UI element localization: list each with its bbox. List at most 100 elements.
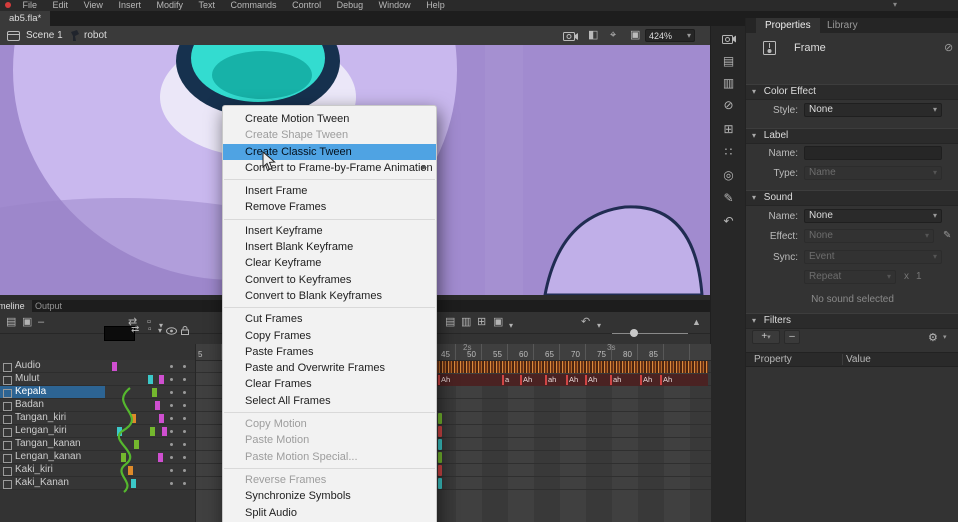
menu-item-insert-keyframe[interactable]: Insert Keyframe — [223, 223, 436, 239]
target-panel-icon[interactable]: ◎ — [711, 168, 746, 182]
zoom-fit-icon[interactable]: ▲ — [692, 315, 701, 330]
layer-row-tangan-kiri[interactable]: Tangan_kiri — [0, 412, 195, 425]
camera-panel-icon[interactable] — [722, 34, 736, 44]
menu-text[interactable]: Text — [199, 0, 216, 11]
menu-item-create-classic-tween[interactable]: Create Classic Tween — [223, 144, 436, 160]
keyframe-marker[interactable] — [438, 465, 442, 476]
menu-item-insert-frame[interactable]: Insert Frame — [223, 183, 436, 199]
menu-item-convert-to-blank-keyframes[interactable]: Convert to Blank Keyframes — [223, 288, 436, 304]
tab-output[interactable]: Output — [28, 300, 69, 312]
menu-item-paste-overwrite-frames[interactable]: Paste and Overwrite Frames — [223, 360, 436, 376]
clip-content-icon[interactable]: ▣ — [630, 29, 640, 42]
lock-dot[interactable] — [183, 430, 186, 433]
layer-row-badan[interactable]: Badan — [0, 399, 195, 412]
section-label[interactable]: ▾ Label — [746, 128, 958, 144]
camera-icon[interactable] — [563, 31, 578, 41]
label-name-input[interactable] — [804, 146, 942, 160]
lock-column-icon[interactable] — [181, 326, 189, 335]
edit-sound-envelope-icon[interactable]: ✎ — [943, 230, 951, 241]
menu-item-convert-frame-by-frame[interactable]: Convert to Frame-by-Frame Animation ▸ — [223, 160, 436, 176]
account-menu-icon[interactable]: ▾ — [893, 0, 897, 9]
menu-control[interactable]: Control — [292, 0, 321, 11]
layer-row-kepala[interactable]: Kepala — [0, 386, 195, 399]
add-layer-icon[interactable]: ▤ — [6, 315, 16, 330]
menu-item-create-motion-tween[interactable]: Create Motion Tween — [223, 111, 436, 127]
menu-item-clear-keyframe[interactable]: Clear Keyframe — [223, 255, 436, 271]
tab-properties[interactable]: Properties — [756, 18, 820, 33]
frame-options-icon[interactable]: ▾ — [509, 318, 513, 333]
visibility-dot[interactable] — [170, 365, 173, 368]
chart-panel-icon[interactable]: ▥ — [711, 76, 746, 90]
lock-dot[interactable] — [183, 456, 186, 459]
menu-item-synchronize-symbols[interactable]: Synchronize Symbols — [223, 488, 436, 504]
visibility-dot[interactable] — [170, 391, 173, 394]
layer-row-audio[interactable]: Audio — [0, 360, 195, 373]
visibility-dot[interactable] — [170, 443, 173, 446]
tab-library[interactable]: Library — [818, 18, 867, 33]
onion-outline-icon[interactable]: ▥ — [461, 315, 471, 330]
section-filters[interactable]: ▾ Filters — [746, 313, 958, 329]
swatches-panel-icon[interactable]: ∷ — [711, 145, 746, 159]
center-stage-icon[interactable]: ⌖ — [610, 29, 616, 42]
document-tab[interactable]: ab5.fla* — [0, 11, 50, 26]
filter-options-gear-icon[interactable]: ⚙ — [928, 331, 938, 344]
menu-view[interactable]: View — [84, 0, 103, 11]
menu-edit[interactable]: Edit — [53, 0, 69, 11]
chevron-down-icon[interactable]: ▾ — [943, 333, 947, 341]
keyframe-marker[interactable] — [438, 452, 442, 463]
lock-dot[interactable] — [183, 417, 186, 420]
menu-item-convert-to-keyframes[interactable]: Convert to Keyframes — [223, 272, 436, 288]
section-color-effect[interactable]: ▾ Color Effect — [746, 84, 958, 100]
add-folder-icon[interactable]: ▣ — [22, 315, 32, 330]
info-panel-icon[interactable]: ⊘ — [711, 98, 746, 112]
outline-column-icon[interactable]: ▫ — [148, 324, 152, 335]
zoom-level-select[interactable]: 424% ▾ — [645, 29, 695, 42]
grid-panel-icon[interactable]: ⊞ — [711, 122, 746, 136]
lock-dot[interactable] — [183, 404, 186, 407]
lock-dot[interactable] — [183, 469, 186, 472]
edit-panel-icon[interactable]: ✎ — [711, 191, 746, 205]
section-sound[interactable]: ▾ Sound — [746, 190, 958, 206]
reset-zoom-icon[interactable]: ↶ — [581, 315, 590, 330]
onion-skin-icon[interactable]: ▤ — [445, 315, 455, 330]
layer-row-lengan-kanan[interactable]: Lengan_kanan — [0, 451, 195, 464]
layer-row-kaki-kiri[interactable]: Kaki_kiri — [0, 464, 195, 477]
zoom-out-icon[interactable]: ▾ — [597, 318, 601, 333]
frame-view-icon[interactable]: ▣ — [493, 315, 503, 330]
history-panel-icon[interactable]: ↶ — [711, 214, 746, 228]
visibility-dot[interactable] — [170, 404, 173, 407]
keyframe-marker[interactable] — [438, 413, 442, 424]
timeline-zoom-slider[interactable] — [612, 333, 688, 334]
visibility-dot[interactable] — [170, 417, 173, 420]
edit-multiple-frames-icon[interactable]: ⊞ — [477, 315, 486, 330]
fill-view-icon[interactable]: ◧ — [588, 29, 598, 42]
menu-item-clear-frames[interactable]: Clear Frames — [223, 376, 436, 392]
visibility-dot[interactable] — [170, 469, 173, 472]
visibility-dot[interactable] — [170, 482, 173, 485]
menu-item-insert-blank-keyframe[interactable]: Insert Blank Keyframe — [223, 239, 436, 255]
visibility-dot[interactable] — [170, 378, 173, 381]
menu-item-select-all-frames[interactable]: Select All Frames — [223, 393, 436, 409]
parenting-toggle-icon[interactable]: ⇄ — [131, 324, 139, 335]
lock-dot[interactable] — [183, 443, 186, 446]
column-options-icon[interactable]: ▾ — [158, 326, 162, 335]
menu-commands[interactable]: Commands — [231, 0, 277, 11]
lock-dot[interactable] — [183, 378, 186, 381]
delete-layer-icon[interactable]: – — [38, 315, 44, 330]
panels-icon[interactable]: ▤ — [711, 54, 746, 68]
keyframe-marker[interactable] — [438, 478, 442, 489]
lock-dot[interactable] — [183, 365, 186, 368]
sound-name-select[interactable]: None ▾ — [804, 209, 942, 223]
layer-row-mulut[interactable]: Mulut — [0, 373, 195, 386]
add-filter-button[interactable]: +▾ — [752, 330, 780, 344]
breadcrumb-scene[interactable]: Scene 1 — [26, 26, 63, 45]
visibility-dot[interactable] — [170, 456, 173, 459]
menu-item-copy-frames[interactable]: Copy Frames — [223, 328, 436, 344]
menu-modify[interactable]: Modify — [156, 0, 183, 11]
timeline-zoom-knob[interactable] — [630, 329, 638, 337]
tab-timeline[interactable]: Timeline — [0, 300, 32, 312]
show-hide-eye-icon[interactable] — [166, 327, 177, 335]
menu-help[interactable]: Help — [426, 0, 445, 11]
keyframe-marker[interactable] — [438, 439, 442, 450]
repeat-count-value[interactable]: 1 — [916, 271, 922, 282]
